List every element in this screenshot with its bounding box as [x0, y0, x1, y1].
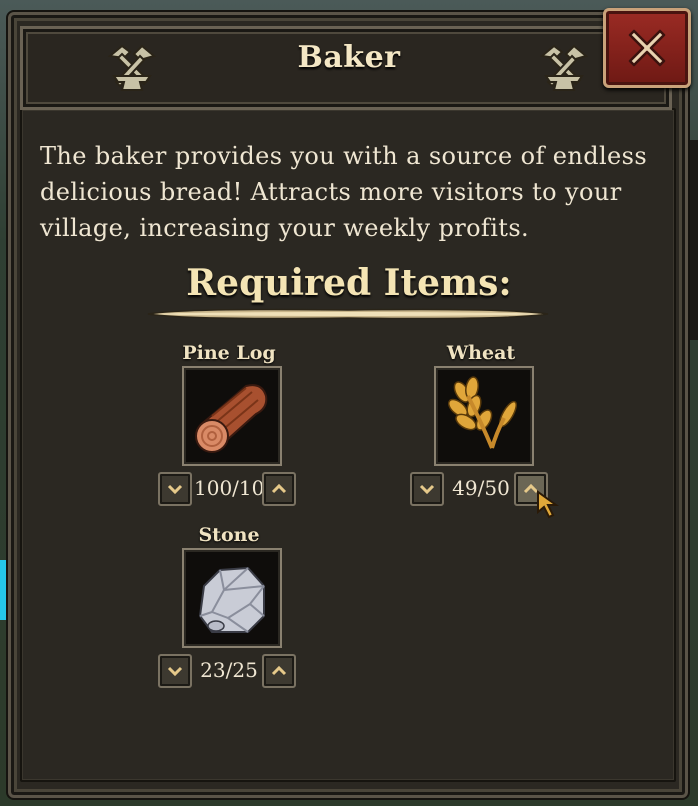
stone-icon: [198, 566, 265, 633]
chevron-up-icon: [271, 665, 287, 676]
decrease-button[interactable]: [158, 472, 192, 506]
increase-button[interactable]: [262, 472, 296, 506]
ornamental-divider: [147, 308, 549, 320]
item-slot: [182, 548, 282, 648]
decrease-button[interactable]: [158, 654, 192, 688]
mouse-cursor-icon: [537, 490, 560, 519]
item-slot: [434, 366, 534, 466]
item-count: 49/50: [452, 476, 510, 500]
dialog-title: Baker: [297, 40, 401, 75]
item-slot: [182, 366, 282, 466]
decrease-button[interactable]: [410, 472, 444, 506]
building-dialog: [8, 12, 688, 798]
building-description: The baker provides you with a source of …: [40, 142, 648, 242]
chevron-down-icon: [419, 484, 435, 495]
increase-button[interactable]: [262, 654, 296, 688]
wheat-icon: [447, 376, 517, 449]
item-name: Wheat: [446, 342, 516, 364]
chevron-down-icon: [167, 484, 183, 495]
close-x-icon: [628, 29, 666, 67]
item-name: Stone: [198, 524, 260, 546]
close-button[interactable]: [603, 8, 691, 88]
pine-log-icon: [195, 384, 268, 453]
item-count: 100/100: [194, 476, 278, 500]
chevron-up-icon: [271, 483, 287, 494]
chevron-down-icon: [167, 666, 183, 677]
required-items-title: Required Items:: [186, 262, 512, 304]
item-count: 23/25: [200, 658, 258, 682]
item-name: Pine Log: [182, 342, 276, 364]
